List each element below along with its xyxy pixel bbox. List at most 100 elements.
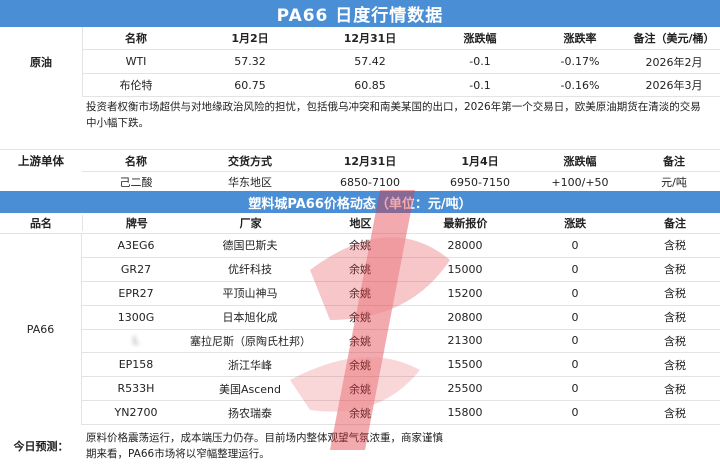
crude-header-row: 名称 1月2日 12月31日 涨跌幅 涨跌率 备注（美元/桶） bbox=[82, 27, 720, 50]
table-row: EPR27 平顶山神马 余姚 15200 0 含税 bbox=[82, 282, 720, 306]
upstream-header-row: 名称 交货方式 12月31日 1月4日 涨跌幅 备注 bbox=[82, 150, 720, 172]
pa66-cell: 余姚 bbox=[349, 311, 371, 325]
pa66-product-name: PA66 bbox=[0, 234, 82, 425]
pa66-cell: 扬农瑞泰 bbox=[228, 406, 272, 420]
crude-section: 原油 名称 1月2日 12月31日 涨跌幅 涨跌率 备注（美元/桶） WTI 5… bbox=[0, 27, 720, 150]
pa66-cell: 余姚 bbox=[349, 239, 371, 253]
crude-cell: 60.75 bbox=[234, 78, 266, 92]
pa66-cell: 15800 bbox=[447, 406, 483, 420]
pa66-cell: 含税 bbox=[664, 311, 686, 325]
pa66-header: 地区 bbox=[349, 217, 372, 230]
pa66-cell: L bbox=[132, 334, 140, 348]
pa66-cell: 含税 bbox=[664, 287, 686, 301]
pa66-cell: 15200 bbox=[447, 286, 483, 300]
upstream-cell: 华东地区 bbox=[228, 176, 272, 189]
pa66-cell: 塞拉尼斯（原陶氏杜邦） bbox=[190, 334, 310, 348]
table-row: A3EG6 德国巴斯夫 余姚 28000 0 含税 bbox=[82, 234, 720, 258]
upstream-header: 交货方式 bbox=[228, 154, 272, 168]
pa66-cell: 含税 bbox=[664, 358, 686, 372]
pa66-cell: 美国Ascend bbox=[218, 382, 282, 396]
pa66-cell: EP158 bbox=[118, 358, 154, 372]
crude-label: 原油 bbox=[0, 27, 83, 97]
pa66-cell: 余姚 bbox=[349, 263, 371, 277]
page-title: PA66 日度行情数据 bbox=[0, 0, 720, 27]
pa66-header: 品名 bbox=[0, 215, 83, 231]
pa66-cell: 1300G bbox=[117, 310, 155, 324]
upstream-cell: 己二酸 bbox=[119, 176, 153, 189]
crude-header-name: 名称 bbox=[125, 32, 147, 45]
crude-cell: 2026年2月 bbox=[645, 55, 703, 69]
crude-cell: WTI bbox=[125, 55, 147, 68]
upstream-section: 上游单体 名称 交货方式 12月31日 1月4日 涨跌幅 备注 己二酸 华东地区… bbox=[0, 150, 720, 193]
crude-header-note: 备注（美元/桶） bbox=[633, 32, 715, 45]
pa66-cell: 0 bbox=[571, 286, 579, 300]
crude-cell: -0.17% bbox=[560, 55, 600, 68]
pa66-cell: R533H bbox=[117, 382, 155, 396]
pa66-cell: 余姚 bbox=[349, 334, 371, 348]
upstream-header: 涨跌幅 bbox=[563, 154, 597, 168]
upstream-row: 己二酸 华东地区 6850-7100 6950-7150 +100/+50 元/… bbox=[82, 172, 720, 193]
pa66-header: 厂家 bbox=[239, 217, 262, 230]
pa66-cell: 20800 bbox=[447, 310, 483, 324]
pa66-cell: 0 bbox=[571, 382, 579, 396]
table-row: L 塞拉尼斯（原陶氏杜邦） 余姚 21300 0 含税 bbox=[82, 330, 720, 354]
crude-header-change: 涨跌幅 bbox=[463, 32, 497, 45]
pa66-section-title: 塑料城PA66价格动态（单位：元/吨） bbox=[0, 191, 720, 213]
pa66-header: 牌号 bbox=[125, 217, 148, 230]
pa66-cell: GR27 bbox=[120, 262, 152, 276]
upstream-header: 备注 bbox=[663, 154, 685, 168]
table-row: GR27 优纤科技 余姚 15000 0 含税 bbox=[82, 258, 720, 282]
table-row: 1300G 日本旭化成 余姚 20800 0 含税 bbox=[82, 306, 720, 330]
pa66-cell: 余姚 bbox=[349, 358, 371, 372]
crude-row-wti: WTI 57.32 57.42 -0.1 -0.17% 2026年2月 bbox=[82, 50, 720, 74]
pa66-header: 涨跌 bbox=[564, 217, 587, 230]
crude-header-date2: 12月31日 bbox=[343, 32, 397, 45]
pa66-cell: 0 bbox=[571, 310, 579, 324]
crude-cell: -0.1 bbox=[469, 78, 491, 92]
forecast-text: 原料价格震荡运行，成本端压力仍存。目前场内整体观望气氛浓重，商家谨慎期来看，PA… bbox=[86, 432, 443, 460]
upstream-cell: 6850-7100 bbox=[340, 175, 400, 189]
pa66-cell: 余姚 bbox=[349, 406, 371, 420]
upstream-cell: +100/+50 bbox=[551, 175, 609, 189]
pa66-rows: A3EG6 德国巴斯夫 余姚 28000 0 含税 GR27 优纤科技 余姚 15000 0 含税 EP… bbox=[82, 234, 720, 425]
report-page: PA66 日度行情数据 原油 名称 1月2日 12月31日 涨跌幅 涨跌率 备注… bbox=[0, 0, 720, 467]
crude-cell: 57.32 bbox=[234, 55, 266, 68]
pa66-cell: 浙江华峰 bbox=[228, 358, 272, 372]
pa66-cell: 含税 bbox=[664, 263, 686, 277]
pa66-cell: 21300 bbox=[447, 334, 483, 348]
upstream-label: 上游单体 bbox=[18, 154, 64, 168]
pa66-cell: 28000 bbox=[447, 238, 483, 252]
table-row: YN2700 扬农瑞泰 余姚 15800 0 含税 bbox=[82, 401, 720, 425]
pa66-cell: 15500 bbox=[447, 358, 483, 372]
pa66-cell: 含税 bbox=[664, 382, 686, 396]
pa66-cell: 0 bbox=[571, 238, 579, 252]
pa66-cell: 含税 bbox=[664, 334, 686, 348]
crude-commentary: 投资者权衡市场超供与对地缘政治风险的担忧，包括俄乌冲突和南美某国的出口，2026… bbox=[86, 101, 701, 129]
table-row: R533H 美国Ascend 余姚 25500 0 含税 bbox=[82, 377, 720, 402]
upstream-header: 12月31日 bbox=[343, 154, 397, 168]
pa66-cell: 平顶山神马 bbox=[222, 287, 278, 301]
crude-cell: 布伦特 bbox=[119, 79, 153, 92]
pa66-cell: 余姚 bbox=[349, 287, 371, 301]
upstream-cell: 元/吨 bbox=[661, 176, 687, 189]
forecast-label: 今日预测： bbox=[13, 440, 69, 453]
crude-cell: 2026年3月 bbox=[645, 79, 703, 92]
pa66-cell: 含税 bbox=[664, 406, 686, 420]
pa66-cell: A3EG6 bbox=[117, 238, 155, 252]
pa66-cell: 含税 bbox=[664, 239, 686, 253]
upstream-header: 名称 bbox=[125, 154, 147, 168]
pa66-cell: 15000 bbox=[447, 262, 483, 276]
pa66-cell: 0 bbox=[571, 334, 579, 348]
pa66-cell: 优纤科技 bbox=[228, 263, 272, 277]
pa66-table: 品名 牌号 厂家 地区 最新报价 涨跌 备注 PA66 A3EG6 德国巴斯夫 余姚… bbox=[0, 213, 720, 425]
pa66-header: 备注 bbox=[664, 217, 687, 230]
crude-cell: 57.42 bbox=[354, 55, 386, 68]
pa66-cell: 0 bbox=[571, 262, 579, 276]
crude-header-rate: 涨跌率 bbox=[563, 32, 597, 45]
pa66-cell: 0 bbox=[571, 358, 579, 372]
crude-cell: 60.85 bbox=[354, 78, 386, 92]
crude-row-brent: 布伦特 60.75 60.85 -0.1 -0.16% 2026年3月 bbox=[82, 74, 720, 97]
crude-header-date1: 1月2日 bbox=[231, 32, 269, 45]
upstream-cell: 6950-7150 bbox=[450, 175, 510, 189]
upstream-header: 1月4日 bbox=[461, 154, 499, 168]
